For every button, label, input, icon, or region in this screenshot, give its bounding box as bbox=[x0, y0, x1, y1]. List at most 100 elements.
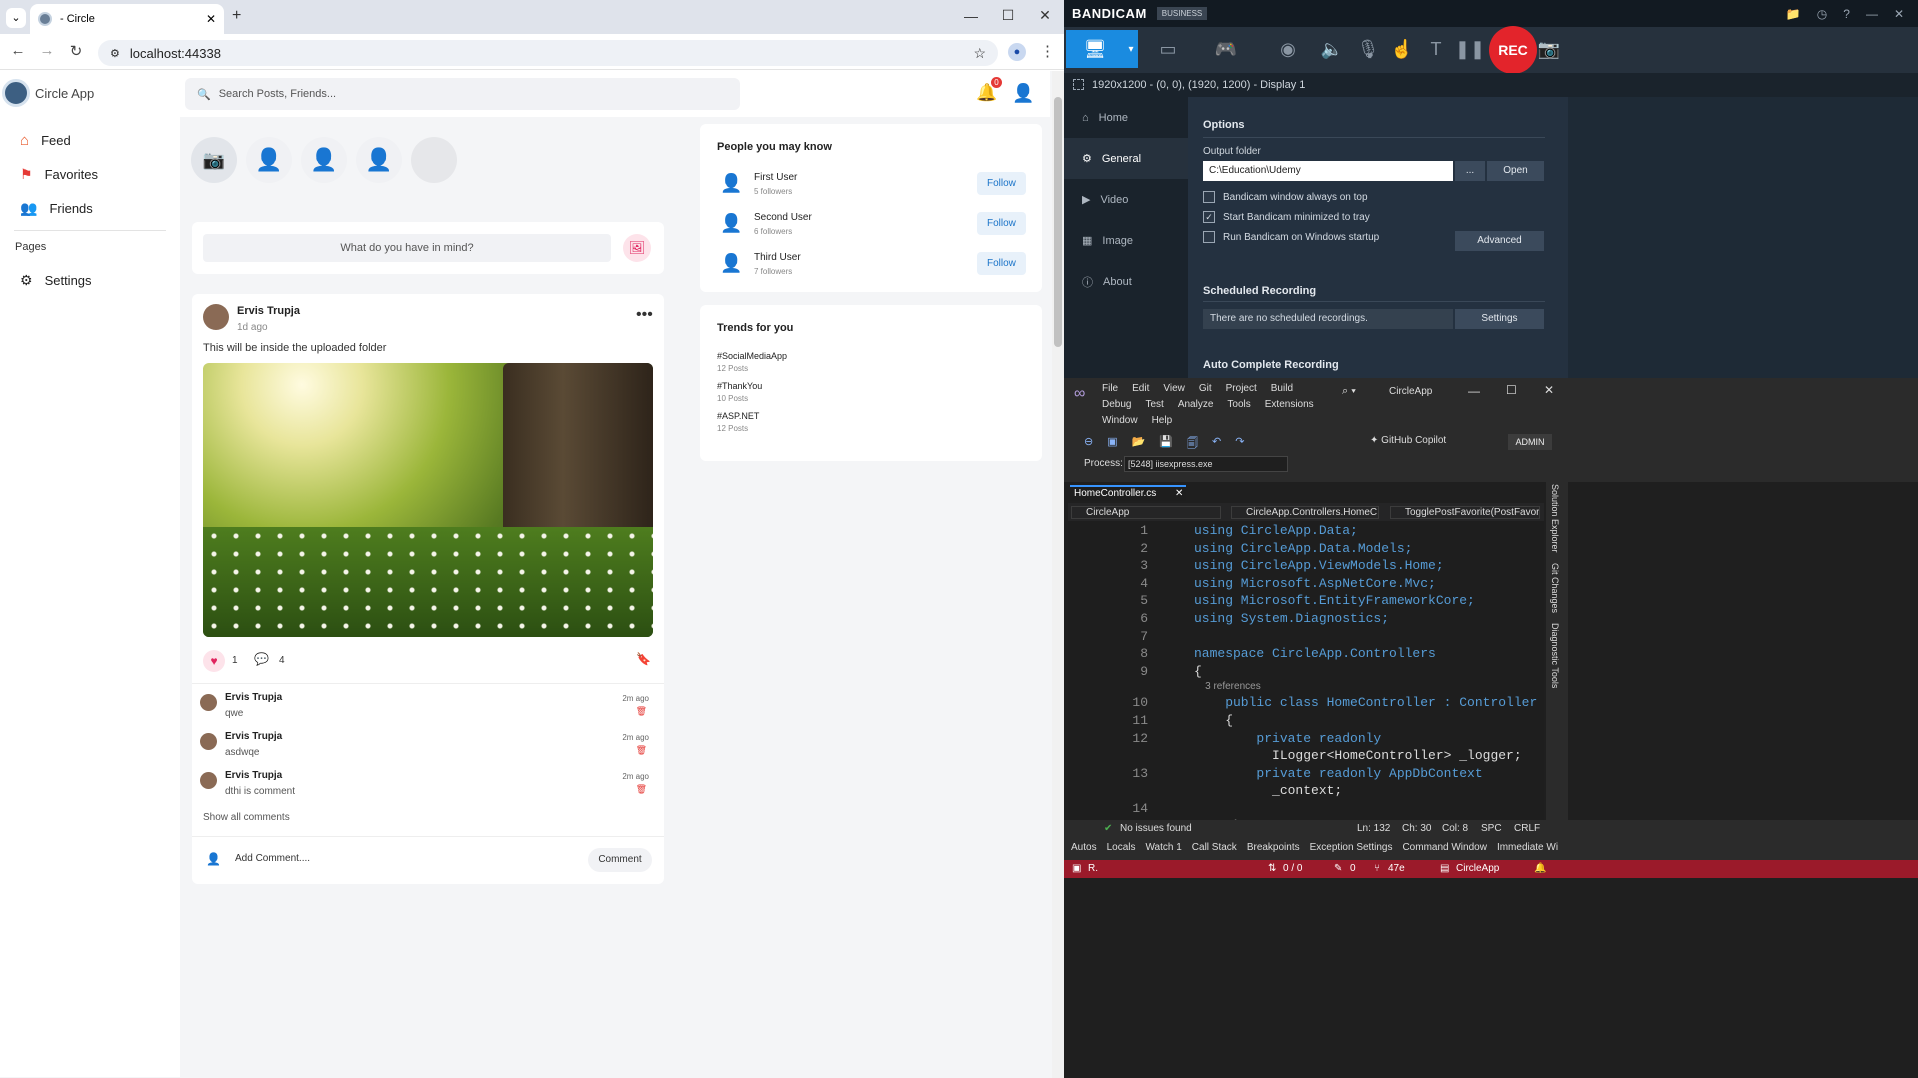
run-on-startup-checkbox[interactable]: Run Bandicam on Windows startup bbox=[1203, 227, 1379, 247]
bandicam-nav-video[interactable]: ▶ Video bbox=[1064, 179, 1188, 220]
commenter-avatar[interactable] bbox=[200, 733, 217, 750]
open-folder-button[interactable]: Open bbox=[1487, 161, 1544, 181]
sidebar-item-favorites[interactable]: ⚑ Favorites bbox=[0, 157, 180, 191]
trash-icon[interactable]: 🗑 bbox=[636, 784, 647, 795]
hdmi-icon[interactable]: ▭ bbox=[1140, 30, 1196, 68]
menu-test[interactable]: Test bbox=[1145, 399, 1163, 410]
tab-locals[interactable]: Locals bbox=[1107, 842, 1136, 853]
menu-window[interactable]: Window bbox=[1102, 415, 1138, 426]
back-icon[interactable]: ← bbox=[8, 42, 28, 59]
comment-button[interactable]: Comment bbox=[588, 848, 652, 872]
trend-tag[interactable]: #ThankYou bbox=[717, 381, 787, 391]
sidebar-item-settings[interactable]: ⚙ Settings bbox=[0, 263, 180, 297]
issues-status[interactable]: No issues found bbox=[1120, 823, 1192, 834]
follow-button[interactable]: Follow bbox=[977, 172, 1026, 195]
undo-icon[interactable]: ↶ bbox=[1212, 435, 1221, 454]
nav-back-icon[interactable]: ⊖ bbox=[1084, 435, 1093, 454]
profile-icon[interactable]: ● bbox=[1008, 43, 1026, 61]
help-icon[interactable]: ? bbox=[1843, 7, 1850, 21]
new-tab-button[interactable]: + bbox=[232, 7, 241, 25]
menu-help[interactable]: Help bbox=[1152, 415, 1173, 426]
status-branch[interactable]: 47e bbox=[1388, 863, 1405, 874]
save-icon[interactable]: 💾 bbox=[1159, 435, 1173, 454]
close-window-button[interactable]: ✕ bbox=[1030, 7, 1060, 24]
comment-author[interactable]: Ervis Trupja bbox=[225, 731, 282, 742]
new-item-icon[interactable]: ▣ bbox=[1107, 435, 1117, 454]
user-avatar-icon[interactable]: 👤 bbox=[1012, 83, 1034, 104]
clock-icon[interactable]: ◷ bbox=[1817, 7, 1827, 21]
schedule-settings-button[interactable]: Settings bbox=[1455, 309, 1544, 329]
like-heart-icon[interactable]: ♥ bbox=[203, 650, 225, 672]
sidebar-item-feed[interactable]: ⌂ Feed bbox=[0, 123, 180, 157]
sidebar-item-friends[interactable]: 👥 Friends bbox=[0, 191, 180, 225]
bookmark-star-icon[interactable]: ☆ bbox=[973, 45, 986, 62]
menu-tools[interactable]: Tools bbox=[1227, 399, 1250, 410]
page-scrollbar[interactable] bbox=[1052, 71, 1064, 1078]
checkbox-checked[interactable]: ✓ bbox=[1203, 211, 1215, 223]
folder-icon[interactable]: 📁 bbox=[1786, 7, 1801, 21]
post-menu-icon[interactable]: ••• bbox=[636, 306, 653, 324]
story-avatar[interactable]: 👤 bbox=[356, 137, 402, 183]
always-on-top-checkbox[interactable]: Bandicam window always on top bbox=[1203, 187, 1379, 207]
comment-author[interactable]: Ervis Trupja bbox=[225, 770, 282, 781]
diagnostic-tools-tab[interactable]: Diagnostic Tools bbox=[1550, 623, 1560, 688]
person-name[interactable]: First User bbox=[754, 172, 797, 183]
bookmark-icon[interactable]: 🔖 bbox=[636, 652, 651, 666]
bandicam-nav-image[interactable]: ▦ Image bbox=[1064, 220, 1188, 261]
camera-story-button[interactable]: 📷 bbox=[191, 137, 237, 183]
class-dropdown[interactable]: CircleApp.Controllers.HomeC bbox=[1231, 506, 1379, 519]
redo-icon[interactable]: ↷ bbox=[1235, 435, 1244, 454]
close-tab-icon[interactable]: ✕ bbox=[1175, 488, 1183, 499]
checkbox-box[interactable] bbox=[1203, 191, 1215, 203]
menu-extensions[interactable]: Extensions bbox=[1265, 399, 1314, 410]
minimize-button[interactable]: — bbox=[956, 8, 986, 24]
whitespace-mode[interactable]: SPC bbox=[1481, 823, 1502, 834]
copilot-button[interactable]: ✦ GitHub Copilot bbox=[1370, 435, 1446, 446]
checkbox-box[interactable] bbox=[1203, 231, 1215, 243]
post-image[interactable] bbox=[203, 363, 653, 637]
story-avatar[interactable]: 👤 bbox=[301, 137, 347, 183]
mode-dropdown-icon[interactable]: ▾ bbox=[1124, 30, 1138, 68]
save-all-icon[interactable]: 🗐 bbox=[1187, 435, 1198, 454]
status-updown[interactable]: 0 / 0 bbox=[1283, 863, 1302, 874]
menu-debug[interactable]: Debug bbox=[1102, 399, 1131, 410]
trend-tag[interactable]: #SocialMediaApp bbox=[717, 351, 787, 361]
story-avatar[interactable]: 👤 bbox=[246, 137, 292, 183]
tab-command-window[interactable]: Command Window bbox=[1402, 842, 1486, 853]
follow-button[interactable]: Follow bbox=[977, 212, 1026, 235]
code-editor[interactable]: 1 using CircleApp.Data; 2 using CircleApp.D… bbox=[1068, 521, 1544, 830]
browse-button[interactable]: ... bbox=[1455, 161, 1485, 181]
person-name[interactable]: Third User bbox=[754, 252, 801, 263]
bandicam-nav-general[interactable]: ⚙ General bbox=[1064, 138, 1188, 179]
tab-watch[interactable]: Watch 1 bbox=[1145, 842, 1181, 853]
commenter-avatar[interactable] bbox=[200, 772, 217, 789]
commenter-avatar[interactable] bbox=[200, 694, 217, 711]
image-upload-icon[interactable]: 🖼 bbox=[623, 234, 651, 262]
trend-item[interactable]: #SocialMediaApp 12 Posts bbox=[717, 351, 787, 381]
start-minimized-checkbox[interactable]: ✓ Start Bandicam minimized to tray bbox=[1203, 207, 1379, 227]
gamepad-icon[interactable]: 🎮 bbox=[1198, 30, 1254, 68]
git-changes-tab[interactable]: Git Changes bbox=[1550, 563, 1560, 613]
trash-icon[interactable]: 🗑 bbox=[636, 745, 647, 756]
trash-icon[interactable]: 🗑 bbox=[636, 706, 647, 717]
add-comment-input[interactable]: Add Comment.... bbox=[235, 853, 310, 864]
advanced-button[interactable]: Advanced bbox=[1455, 231, 1544, 251]
line-ending[interactable]: CRLF bbox=[1514, 823, 1540, 834]
close-icon[interactable]: ✕ bbox=[1894, 7, 1904, 21]
brand-name[interactable]: Circle App bbox=[35, 86, 94, 101]
status-app[interactable]: CircleApp bbox=[1456, 863, 1499, 874]
forward-icon[interactable]: → bbox=[37, 42, 57, 59]
region-icon[interactable] bbox=[1073, 79, 1084, 90]
vs-minimize-button[interactable]: — bbox=[1468, 384, 1480, 398]
site-info-icon[interactable]: ⚙ bbox=[110, 47, 120, 60]
trend-tag[interactable]: #ASP.NET bbox=[717, 411, 787, 421]
tab-immediate-window[interactable]: Immediate Wi bbox=[1497, 842, 1558, 853]
bandicam-nav-about[interactable]: ⓘ About bbox=[1064, 261, 1188, 302]
tab-exception-settings[interactable]: Exception Settings bbox=[1310, 842, 1393, 853]
bandicam-nav-home[interactable]: ⌂ Home bbox=[1064, 97, 1188, 138]
vs-maximize-button[interactable]: ☐ bbox=[1506, 383, 1517, 397]
search-input[interactable]: 🔍 Search Posts, Friends... bbox=[185, 78, 740, 110]
member-dropdown[interactable]: TogglePostFavorite(PostFavor bbox=[1390, 506, 1540, 519]
author-avatar[interactable] bbox=[203, 304, 229, 330]
menu-build[interactable]: Build bbox=[1271, 383, 1293, 394]
